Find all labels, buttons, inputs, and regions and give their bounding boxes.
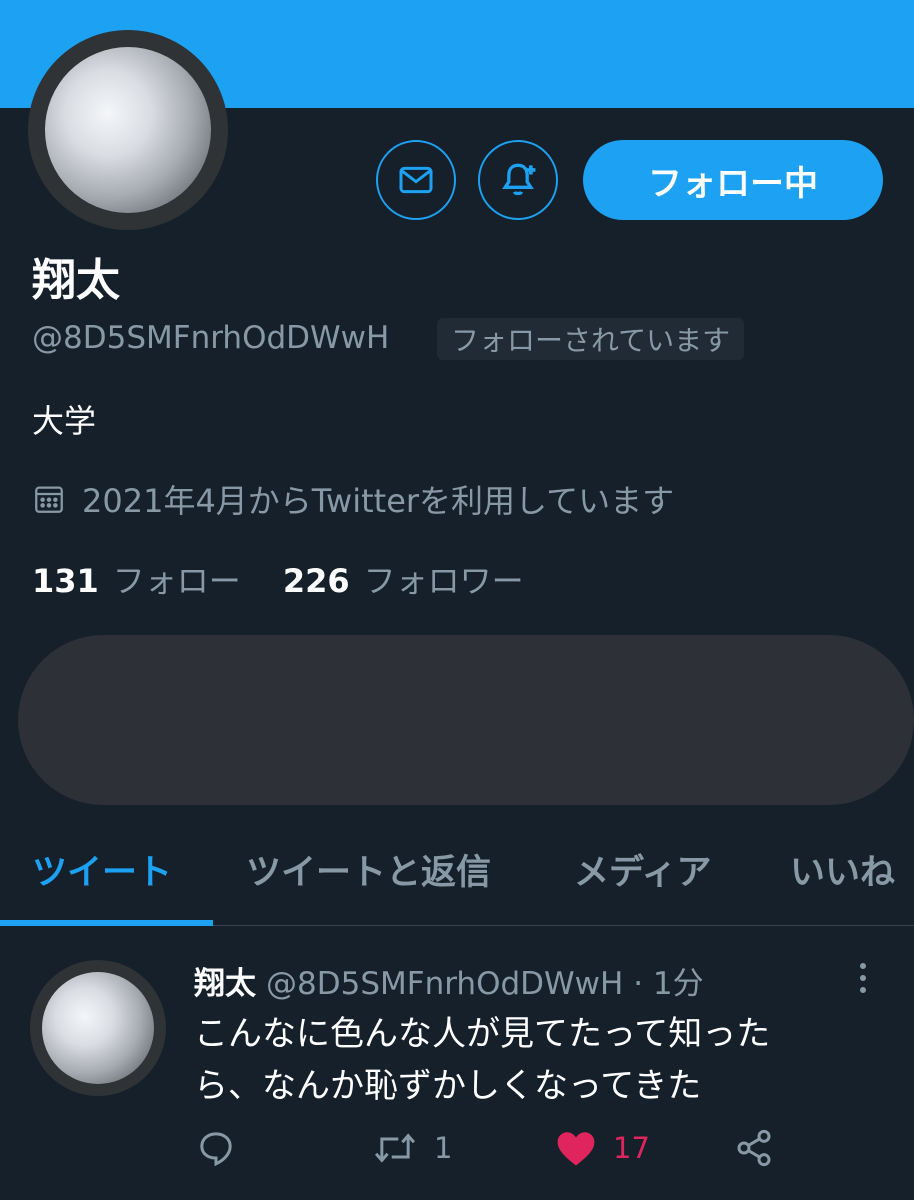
tab-tweets-replies[interactable]: ツイートと返信 bbox=[246, 844, 491, 895]
tweet-avatar[interactable] bbox=[30, 960, 166, 1096]
notifications-button[interactable] bbox=[478, 140, 558, 220]
tweet-separator: · bbox=[633, 966, 644, 1002]
tweet-avatar-image bbox=[42, 972, 154, 1084]
retweet-count: 1 bbox=[434, 1131, 453, 1165]
reply-button[interactable] bbox=[196, 1128, 236, 1168]
tab-tweets[interactable]: ツイート bbox=[32, 844, 172, 895]
heart-filled-icon bbox=[557, 1132, 595, 1166]
tab-media[interactable]: メディア bbox=[574, 844, 712, 895]
joined-date: 2021年4月からTwitterを利用しています bbox=[32, 476, 674, 522]
following-label: フォロー bbox=[112, 562, 241, 600]
following-stat[interactable]: 131 フォロー bbox=[32, 556, 241, 602]
tab-likes[interactable]: いいね bbox=[790, 844, 895, 895]
following-button[interactable]: フォロー中 bbox=[583, 140, 883, 220]
share-icon bbox=[737, 1129, 771, 1167]
followers-label: フォロワー bbox=[363, 562, 524, 600]
like-count: 17 bbox=[613, 1131, 650, 1165]
display-name: 翔太 bbox=[32, 255, 120, 306]
tweet-text-line: こんなに色んな人が見てたって知った bbox=[194, 1014, 771, 1054]
joined-text: 2021年4月からTwitterを利用しています bbox=[82, 482, 675, 520]
follow-stats: 131 フォロー 226 フォロワー bbox=[32, 556, 524, 602]
tweet-author-name[interactable]: 翔太 bbox=[194, 966, 256, 1002]
profile-bio: 大学 bbox=[32, 402, 97, 440]
more-options-icon[interactable] bbox=[852, 960, 874, 996]
tweet-author-handle[interactable]: @8D5SMFnrhOdDWwH bbox=[266, 966, 623, 1002]
active-tab-indicator bbox=[0, 920, 213, 926]
avatar-image bbox=[45, 47, 211, 213]
reply-icon bbox=[200, 1132, 232, 1167]
like-button[interactable]: 17 bbox=[555, 1128, 650, 1168]
profile-handle: @8D5SMFnrhOdDWwH bbox=[32, 320, 390, 356]
mail-icon bbox=[399, 166, 433, 194]
calendar-icon bbox=[35, 486, 63, 513]
retweet-button[interactable]: 1 bbox=[372, 1128, 452, 1168]
tweet-text-line: ら、なんか恥ずかしくなってきた bbox=[194, 1066, 702, 1106]
follows-you-badge: フォローされています bbox=[437, 318, 745, 360]
retweet-icon bbox=[374, 1133, 416, 1163]
tweet-header: 翔太 @8D5SMFnrhOdDWwH · 1分 bbox=[194, 958, 704, 1003]
share-button[interactable] bbox=[734, 1128, 774, 1168]
redacted-area bbox=[18, 635, 914, 805]
bell-plus-icon bbox=[502, 163, 536, 196]
followers-count: 226 bbox=[282, 562, 350, 600]
tweet-time[interactable]: 1分 bbox=[653, 966, 704, 1002]
message-button[interactable] bbox=[376, 140, 456, 220]
profile-tabs: ツイート ツイートと返信 メディア いいね bbox=[0, 830, 914, 926]
profile-avatar[interactable] bbox=[28, 30, 228, 230]
following-count: 131 bbox=[32, 562, 99, 600]
tweet-text: こんなに色んな人が見てたって知った ら、なんか恥ずかしくなってきた bbox=[194, 1008, 884, 1112]
followers-stat[interactable]: 226 フォロワー bbox=[283, 556, 524, 602]
